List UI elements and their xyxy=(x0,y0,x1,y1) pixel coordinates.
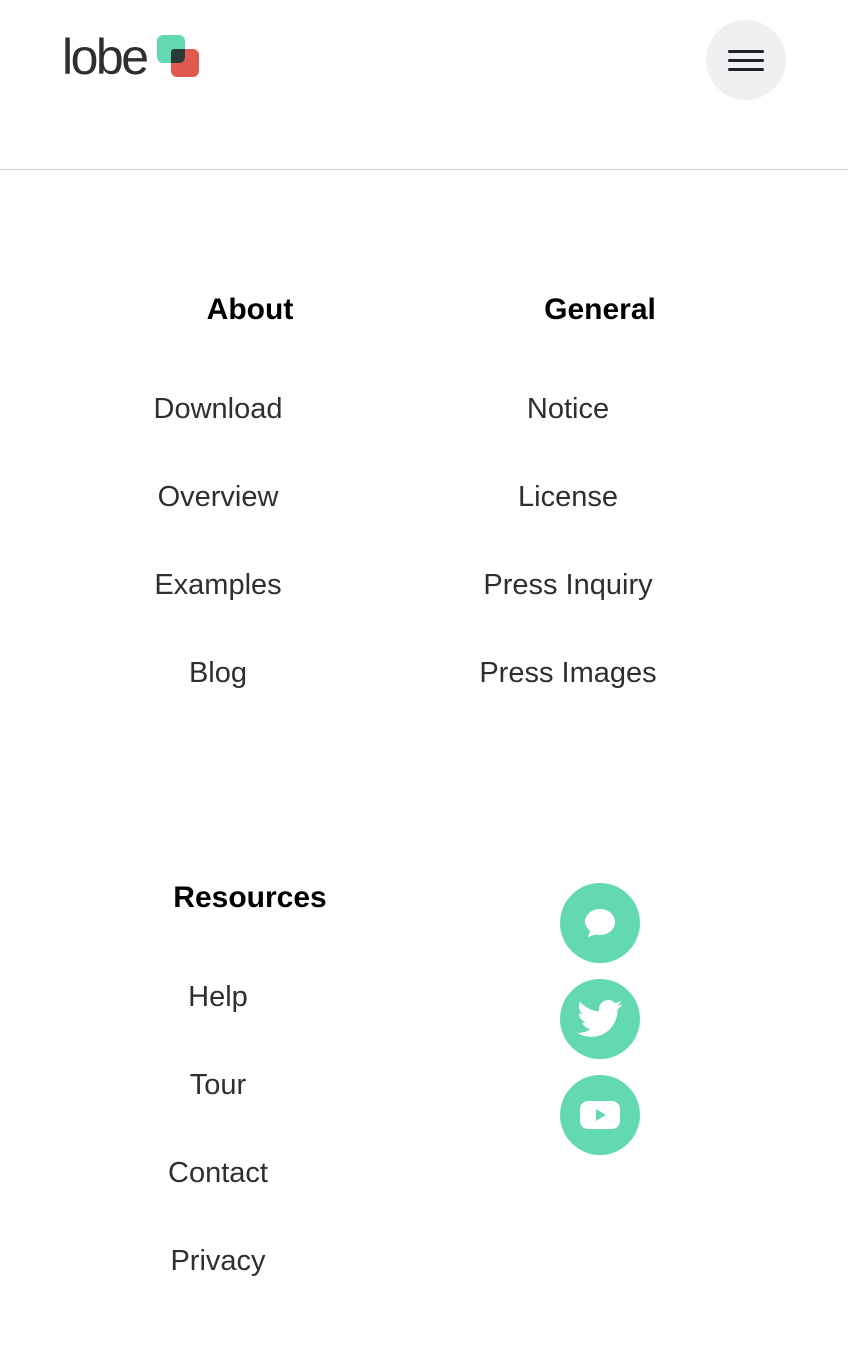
chat-button[interactable] xyxy=(560,883,640,963)
footer-link-tour[interactable]: Tour xyxy=(38,1065,398,1105)
twitter-button[interactable] xyxy=(560,979,640,1059)
logo-wordmark: lobe xyxy=(62,29,149,85)
footer-link-help[interactable]: Help xyxy=(38,977,398,1017)
hamburger-menu-icon xyxy=(728,49,764,53)
footer-link-press-inquiry[interactable]: Press Inquiry xyxy=(388,565,748,605)
chat-bubble-icon xyxy=(585,909,615,937)
general-heading: General xyxy=(544,293,656,326)
footer-link-download[interactable]: Download xyxy=(38,389,398,429)
footer-link-notice[interactable]: Notice xyxy=(388,389,748,429)
resources-heading: Resources xyxy=(173,881,327,914)
footer-link-blog[interactable]: Blog xyxy=(38,653,398,693)
youtube-button[interactable] xyxy=(560,1075,640,1155)
lobe-logo[interactable]: lobe xyxy=(62,30,201,84)
twitter-bird-icon xyxy=(577,1000,623,1037)
footer-link-overview[interactable]: Overview xyxy=(38,477,398,517)
youtube-play-icon xyxy=(580,1101,620,1129)
footer-link-license[interactable]: License xyxy=(388,477,748,517)
site-header: lobe xyxy=(0,0,848,170)
footer-link-examples[interactable]: Examples xyxy=(38,565,398,605)
footer-link-contact[interactable]: Contact xyxy=(38,1153,398,1193)
about-heading: About xyxy=(206,293,294,326)
footer-link-press-images[interactable]: Press Images xyxy=(388,653,748,693)
menu-button[interactable] xyxy=(706,20,786,100)
footer-link-privacy[interactable]: Privacy xyxy=(38,1241,398,1281)
logo-mark-icon xyxy=(156,35,201,79)
